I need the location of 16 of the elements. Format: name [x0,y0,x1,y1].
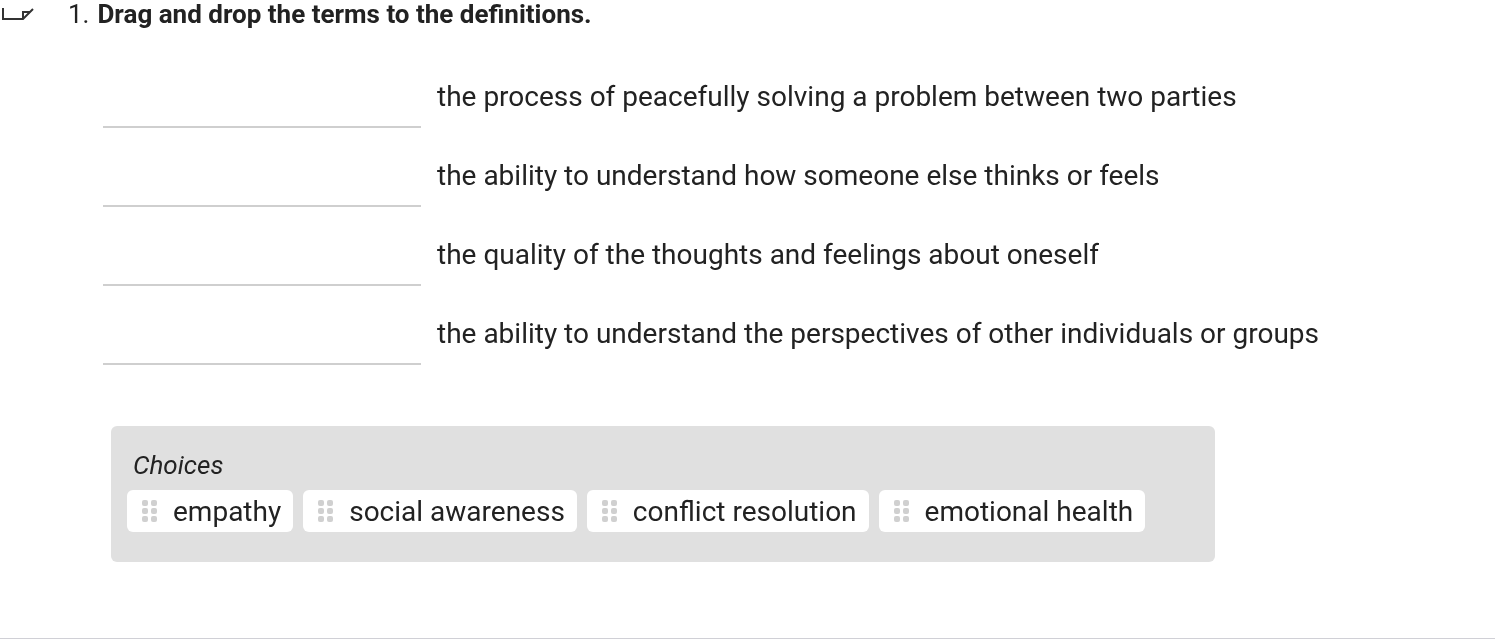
question-prompt: Drag and drop the terms to the definitions. [97,0,592,29]
choices-title: Choices [133,450,225,480]
drag-handle-icon [892,499,911,523]
definition-text: the ability to understand the perspectives of other individuals or groups [437,317,1319,350]
definition-text: the quality of the thoughts and feelings about oneself [437,238,1099,271]
drag-handle-icon [600,499,619,523]
choice-chip[interactable]: social awareness [303,490,577,532]
definition-text: the process of peacefully solving a problem between two parties [437,80,1237,113]
question-number: 1. [68,0,90,29]
definition-text: the ability to understand how someone else thinks or feels [437,159,1160,192]
note-icon [2,7,34,21]
drag-handle-icon [317,499,336,523]
choice-chip[interactable]: emotional health [878,490,1146,532]
choice-chip[interactable]: empathy [127,490,294,532]
choice-chip[interactable]: conflict resolution [586,490,869,532]
drag-handle-icon [141,499,159,523]
